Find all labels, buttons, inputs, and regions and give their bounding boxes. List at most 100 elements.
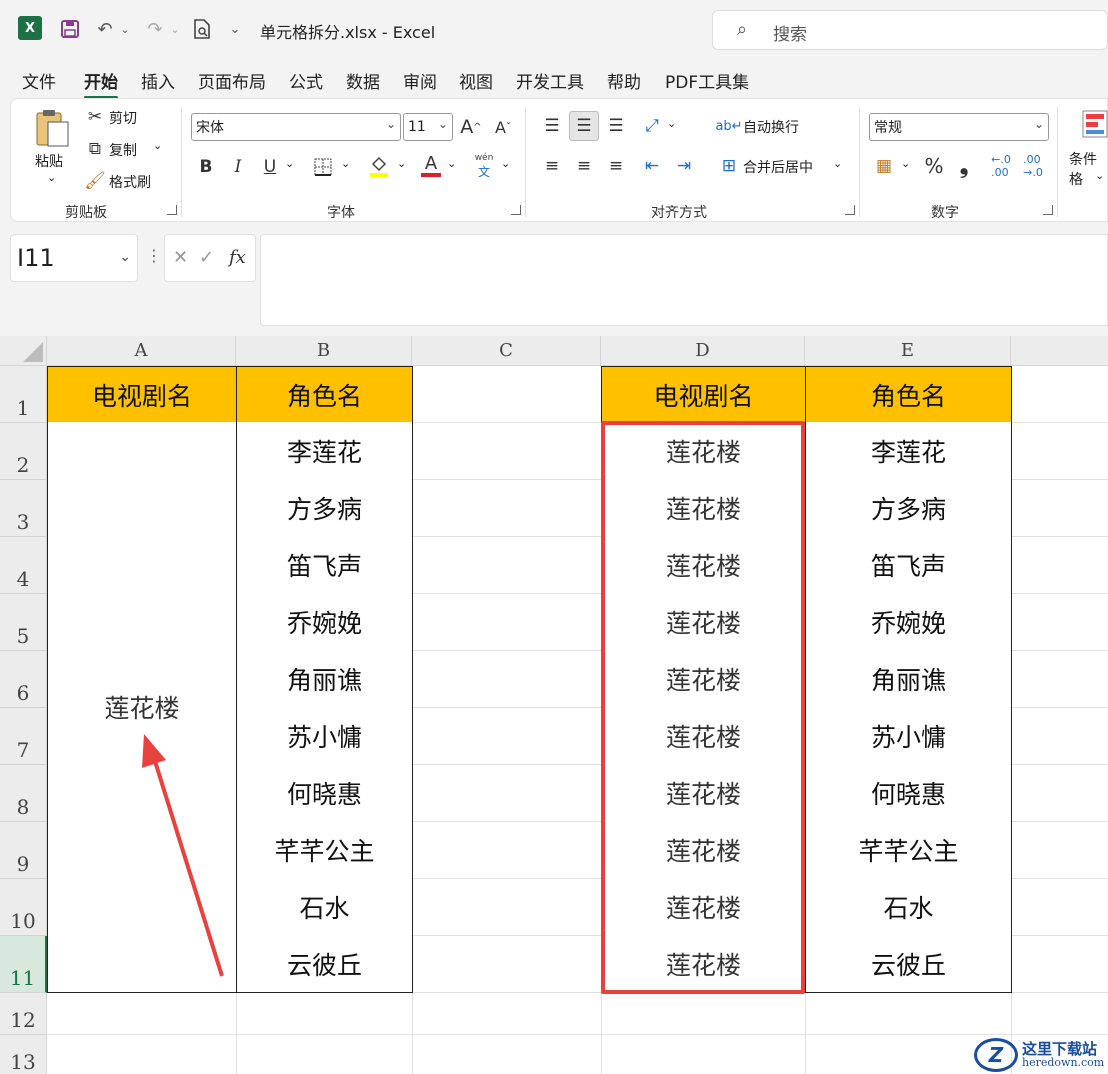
- undo-icon[interactable]: ↶: [92, 16, 118, 42]
- orientation-dropdown-icon[interactable]: ⌄: [667, 117, 676, 130]
- row-header-2[interactable]: 2: [0, 423, 47, 480]
- cell-a1[interactable]: 电视剧名: [47, 366, 237, 423]
- insert-function-button[interactable]: fx: [229, 247, 246, 268]
- cell-d2[interactable]: 莲花楼: [601, 422, 806, 480]
- customize-toolbar-icon[interactable]: ⌄: [226, 16, 244, 42]
- cell-b6[interactable]: 角丽谯: [236, 650, 413, 708]
- more-options-icon[interactable]: ⋮: [146, 246, 162, 265]
- border-icon[interactable]: [311, 155, 335, 179]
- accounting-dropdown-icon[interactable]: ⌄: [901, 157, 910, 170]
- cell-b2[interactable]: 李莲花: [236, 422, 413, 480]
- cell-d11[interactable]: 莲花楼: [601, 935, 806, 993]
- column-header-b[interactable]: B: [236, 336, 412, 366]
- cell-d5[interactable]: 莲花楼: [601, 593, 806, 651]
- cell-b8[interactable]: 何晓惠: [236, 764, 413, 822]
- row-header-6[interactable]: 6: [0, 651, 47, 708]
- cell-b1[interactable]: 角色名: [236, 366, 413, 423]
- undo-dropdown-icon[interactable]: ⌄: [118, 16, 132, 42]
- tab-file[interactable]: 文件: [22, 68, 56, 93]
- underline-dropdown-icon[interactable]: ⌄: [285, 157, 294, 170]
- redo-icon[interactable]: ↷: [142, 16, 168, 42]
- cell-e7[interactable]: 苏小慵: [805, 707, 1012, 765]
- cancel-entry-icon[interactable]: ✕: [173, 247, 188, 268]
- tab-review[interactable]: 审阅: [403, 68, 437, 93]
- cell-e8[interactable]: 何晓惠: [805, 764, 1012, 822]
- decrease-font-icon[interactable]: Aˇ: [491, 115, 515, 139]
- tab-developer[interactable]: 开发工具: [516, 68, 584, 93]
- cell-d3[interactable]: 莲花楼: [601, 479, 806, 537]
- select-all-corner[interactable]: [0, 336, 47, 366]
- cell-b9[interactable]: 芊芊公主: [236, 821, 413, 879]
- font-name-select[interactable]: 宋体 ⌄: [191, 113, 401, 141]
- phonetic-icon[interactable]: wén 文: [471, 153, 497, 179]
- cell-d8[interactable]: 莲花楼: [601, 764, 806, 822]
- column-header-e[interactable]: E: [805, 336, 1011, 366]
- cell-e5[interactable]: 乔婉娩: [805, 593, 1012, 651]
- tab-home[interactable]: 开始: [84, 68, 118, 99]
- font-color-icon[interactable]: A: [419, 153, 443, 179]
- orientation-icon[interactable]: ⤢: [639, 113, 665, 139]
- row-header-5[interactable]: 5: [0, 594, 47, 651]
- column-header-d[interactable]: D: [601, 336, 805, 366]
- cell-b3[interactable]: 方多病: [236, 479, 413, 537]
- align-left-icon[interactable]: ≡: [539, 153, 565, 179]
- decrease-decimal-icon[interactable]: .00 →.0: [1019, 153, 1047, 179]
- merge-dropdown-icon[interactable]: ⌄: [833, 157, 842, 170]
- cell-d9[interactable]: 莲花楼: [601, 821, 806, 879]
- name-box[interactable]: I11 ⌄: [10, 234, 138, 282]
- paste-icon[interactable]: [33, 107, 73, 151]
- cell-b10[interactable]: 石水: [236, 878, 413, 936]
- row-header-11[interactable]: 11: [0, 936, 47, 993]
- row-header-10[interactable]: 10: [0, 879, 47, 936]
- save-icon[interactable]: [58, 16, 82, 42]
- cut-button[interactable]: 剪切: [109, 108, 137, 128]
- font-color-dropdown-icon[interactable]: ⌄: [447, 157, 456, 170]
- merge-center-button[interactable]: 合并后居中: [743, 157, 813, 177]
- cell-b11[interactable]: 云彼丘: [236, 935, 413, 993]
- number-format-select[interactable]: 常规 ⌄: [869, 113, 1049, 141]
- align-bottom-icon[interactable]: ☰: [603, 113, 629, 139]
- fill-color-icon[interactable]: [367, 153, 391, 179]
- row-header-4[interactable]: 4: [0, 537, 47, 594]
- align-top-icon[interactable]: ☰: [539, 113, 565, 139]
- formula-input[interactable]: [260, 234, 1108, 326]
- cell-e6[interactable]: 角丽谯: [805, 650, 1012, 708]
- cell-e9[interactable]: 芊芊公主: [805, 821, 1012, 879]
- copy-dropdown-icon[interactable]: ⌄: [153, 139, 162, 152]
- cell-b4[interactable]: 笛飞声: [236, 536, 413, 594]
- column-header-c[interactable]: C: [412, 336, 601, 366]
- row-header-13[interactable]: 13: [0, 1035, 47, 1074]
- cell-b5[interactable]: 乔婉娩: [236, 593, 413, 651]
- conditional-format-dropdown-icon[interactable]: ⌄: [1095, 169, 1104, 182]
- tab-view[interactable]: 视图: [459, 68, 493, 93]
- align-middle-icon[interactable]: ☰: [569, 111, 599, 141]
- increase-font-icon[interactable]: A ^: [459, 115, 483, 139]
- column-header-a[interactable]: A: [47, 336, 236, 366]
- tab-page-layout[interactable]: 页面布局: [198, 68, 266, 93]
- increase-indent-icon[interactable]: ⇥: [671, 153, 697, 179]
- cell-e11[interactable]: 云彼丘: [805, 935, 1012, 993]
- row-header-7[interactable]: 7: [0, 708, 47, 765]
- align-center-icon[interactable]: ≡: [571, 153, 597, 179]
- cell-e1[interactable]: 角色名: [805, 366, 1012, 423]
- font-launcher-icon[interactable]: [511, 205, 521, 215]
- tab-formulas[interactable]: 公式: [289, 68, 323, 93]
- copy-button[interactable]: 复制: [109, 140, 137, 160]
- phonetic-dropdown-icon[interactable]: ⌄: [501, 157, 510, 170]
- font-size-select[interactable]: 11 ⌄: [403, 113, 453, 141]
- wrap-text-button[interactable]: 自动换行: [743, 117, 799, 137]
- row-header-3[interactable]: 3: [0, 480, 47, 537]
- clipboard-launcher-icon[interactable]: [167, 205, 177, 215]
- cell-d7[interactable]: 莲花楼: [601, 707, 806, 765]
- cell-e10[interactable]: 石水: [805, 878, 1012, 936]
- cell-d1[interactable]: 电视剧名: [601, 366, 806, 423]
- row-header-12[interactable]: 12: [0, 993, 47, 1035]
- cell-e4[interactable]: 笛飞声: [805, 536, 1012, 594]
- border-dropdown-icon[interactable]: ⌄: [341, 157, 350, 170]
- column-header-f[interactable]: [1011, 336, 1108, 366]
- cell-b7[interactable]: 苏小慵: [236, 707, 413, 765]
- cell-d4[interactable]: 莲花楼: [601, 536, 806, 594]
- accounting-format-icon[interactable]: ▦: [871, 153, 897, 179]
- tab-data[interactable]: 数据: [346, 68, 380, 93]
- format-painter-button[interactable]: 格式刷: [109, 172, 151, 192]
